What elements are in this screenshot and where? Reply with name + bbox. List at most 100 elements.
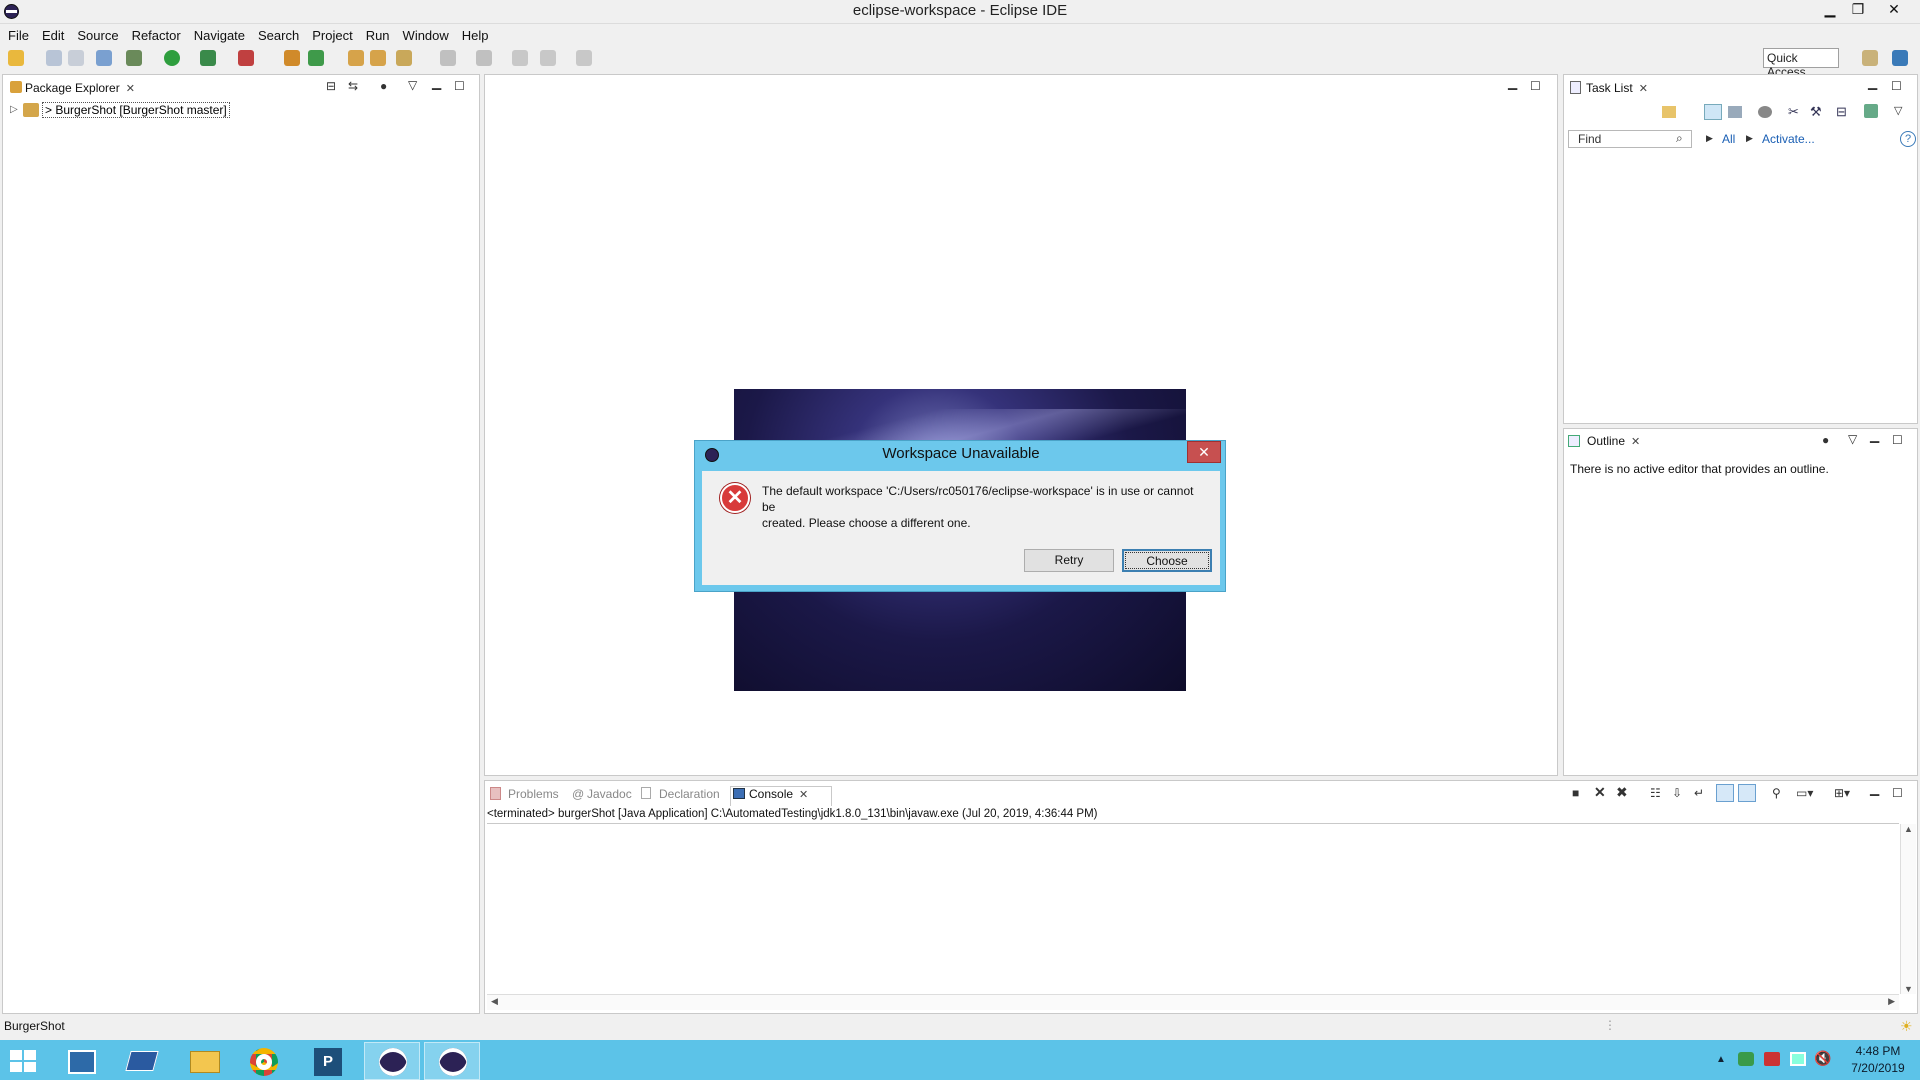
- show-on-stdout-icon[interactable]: [1716, 784, 1734, 802]
- open-console-icon[interactable]: ⊞▾: [1834, 786, 1850, 800]
- menu-file[interactable]: File: [8, 28, 29, 43]
- focus-active-task-icon[interactable]: ●: [380, 79, 387, 93]
- server-manager-icon[interactable]: [54, 1042, 110, 1080]
- scheduled-icon[interactable]: [1728, 106, 1742, 118]
- windows-start-icon[interactable]: [10, 1050, 36, 1072]
- remove-all-terminated-icon[interactable]: ✖: [1616, 784, 1628, 801]
- view-menu-icon[interactable]: ▽: [1848, 432, 1857, 446]
- eclipse-icon[interactable]: [424, 1042, 480, 1080]
- filter-all-link[interactable]: All: [1722, 132, 1735, 146]
- coverage-icon[interactable]: [200, 50, 216, 66]
- save-all-icon[interactable]: [68, 50, 84, 66]
- quick-access-field[interactable]: Quick Access: [1763, 48, 1839, 79]
- close-icon[interactable]: ✕: [126, 83, 135, 95]
- run-icon[interactable]: [164, 50, 180, 66]
- debug-icon[interactable]: [126, 50, 142, 66]
- minimize-icon[interactable]: ▁: [432, 76, 441, 90]
- dialog-close-button[interactable]: ✕: [1187, 441, 1221, 463]
- network-icon[interactable]: [1790, 1052, 1806, 1066]
- hide-completed-icon[interactable]: ✂: [1788, 104, 1799, 120]
- task-list-minimize-icon[interactable]: ▁: [1868, 76, 1877, 90]
- repository-icon[interactable]: [1864, 104, 1878, 118]
- task-find-input[interactable]: Find: [1568, 130, 1692, 148]
- pu-app-icon[interactable]: P: [300, 1042, 356, 1080]
- new-task-icon[interactable]: [1662, 106, 1676, 118]
- menu-source[interactable]: Source: [77, 28, 118, 43]
- menu-search[interactable]: Search: [258, 28, 299, 43]
- tab-task-list[interactable]: Task List ✕: [1586, 81, 1648, 95]
- close-icon[interactable]: ✕: [799, 789, 808, 801]
- save-icon[interactable]: [46, 50, 62, 66]
- expand-arrow-icon[interactable]: ▷: [10, 104, 18, 115]
- skip-breakpoints-icon[interactable]: [96, 50, 112, 66]
- volume-muted-icon[interactable]: 🔇: [1814, 1050, 1831, 1067]
- horizontal-scrollbar[interactable]: ◀ ▶: [487, 994, 1899, 1010]
- scroll-right-icon[interactable]: ▶: [1888, 996, 1895, 1007]
- tree-item-burgershot[interactable]: > BurgerShot [BurgerShot master]: [42, 102, 230, 118]
- close-icon[interactable]: ✕: [1631, 436, 1640, 448]
- java-perspective-icon[interactable]: [1892, 50, 1908, 66]
- view-menu-icon[interactable]: ▽: [408, 78, 417, 92]
- scroll-left-icon[interactable]: ◀: [491, 996, 498, 1007]
- show-on-stderr-icon[interactable]: [1738, 784, 1756, 802]
- pin-console-icon[interactable]: ⚲: [1772, 786, 1781, 800]
- terminate-icon[interactable]: ■: [1572, 786, 1579, 800]
- tab-javadoc[interactable]: Javadoc: [587, 787, 632, 801]
- new-icon[interactable]: [8, 50, 24, 66]
- open-task-icon[interactable]: [370, 50, 386, 66]
- link-with-editor-icon[interactable]: ⇆: [348, 79, 358, 93]
- scroll-up-icon[interactable]: ▲: [1901, 824, 1916, 834]
- eclipse-icon[interactable]: [364, 1042, 420, 1080]
- menu-refactor[interactable]: Refactor: [132, 28, 181, 43]
- categorized-icon[interactable]: [1704, 104, 1722, 120]
- lightbulb-icon[interactable]: ☀: [1900, 1018, 1913, 1035]
- show-hidden-icons-icon[interactable]: ▲: [1716, 1054, 1726, 1065]
- last-edit-location-icon[interactable]: [512, 50, 528, 66]
- menu-run[interactable]: Run: [366, 28, 390, 43]
- action-center-icon[interactable]: [1764, 1052, 1780, 1066]
- tab-declaration[interactable]: Declaration: [659, 787, 720, 801]
- chrome-icon[interactable]: [238, 1042, 294, 1080]
- forward-arrow-icon[interactable]: [576, 50, 592, 66]
- taskbar-clock[interactable]: 4:48 PM 7/20/2019: [1848, 1044, 1908, 1075]
- view-menu-icon[interactable]: ▽: [1894, 104, 1902, 117]
- close-icon[interactable]: ✕: [1639, 83, 1648, 95]
- menu-navigate[interactable]: Navigate: [194, 28, 245, 43]
- remove-launch-icon[interactable]: ✕: [1594, 784, 1606, 801]
- console-maximize-icon[interactable]: ☐: [1892, 786, 1903, 800]
- menu-window[interactable]: Window: [403, 28, 449, 43]
- focus-active-task-icon[interactable]: ●: [1822, 433, 1829, 447]
- open-type-icon[interactable]: [348, 50, 364, 66]
- previous-annotation-icon[interactable]: [476, 50, 492, 66]
- collapse-all-icon[interactable]: ⊟: [326, 79, 336, 93]
- synchronize-icon[interactable]: ⚒: [1810, 104, 1822, 120]
- choose-button[interactable]: Choose: [1122, 549, 1212, 572]
- minimize-window-button[interactable]: ▁: [1816, 0, 1844, 20]
- help-icon[interactable]: ?: [1900, 131, 1916, 147]
- word-wrap-icon[interactable]: ↵: [1694, 786, 1704, 800]
- menu-project[interactable]: Project: [312, 28, 352, 43]
- tab-console[interactable]: Console ✕: [749, 787, 808, 801]
- security-tray-icon[interactable]: [1738, 1052, 1754, 1066]
- close-window-button[interactable]: ✕: [1880, 0, 1908, 20]
- activate-task-link[interactable]: Activate...: [1762, 132, 1815, 146]
- retry-button[interactable]: Retry: [1024, 549, 1114, 572]
- new-java-class-icon[interactable]: [308, 50, 324, 66]
- search-icon[interactable]: [396, 50, 412, 66]
- restore-window-button[interactable]: ❐: [1844, 0, 1872, 20]
- tab-problems[interactable]: Problems: [508, 787, 559, 801]
- editor-minimize-icon[interactable]: ▁: [1508, 76, 1517, 90]
- outline-maximize-icon[interactable]: ☐: [1892, 433, 1903, 447]
- tab-outline[interactable]: Outline ✕: [1587, 434, 1640, 448]
- focus-icon[interactable]: [1758, 106, 1772, 118]
- back-arrow-icon[interactable]: [540, 50, 556, 66]
- outline-minimize-icon[interactable]: ▁: [1870, 429, 1879, 443]
- menu-help[interactable]: Help: [462, 28, 489, 43]
- vertical-scrollbar[interactable]: ▲ ▼: [1900, 824, 1916, 994]
- display-selected-console-icon[interactable]: ▭▾: [1796, 786, 1813, 800]
- new-java-package-icon[interactable]: [284, 50, 300, 66]
- file-explorer-icon[interactable]: [176, 1042, 232, 1080]
- scroll-lock-icon[interactable]: ⇩: [1672, 786, 1682, 800]
- menu-edit[interactable]: Edit: [42, 28, 64, 43]
- scroll-down-icon[interactable]: ▼: [1901, 984, 1916, 994]
